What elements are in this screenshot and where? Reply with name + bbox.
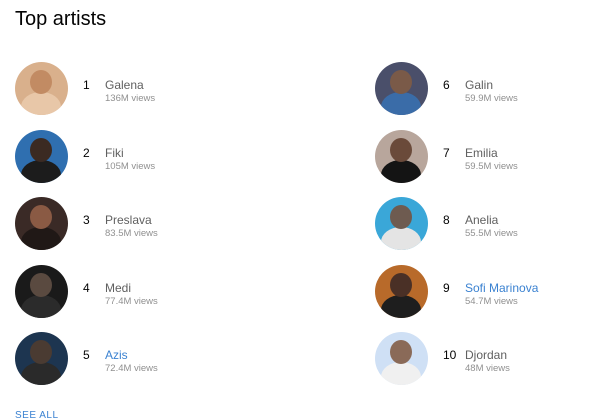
artist-name[interactable]: Fiki: [105, 146, 124, 160]
artist-rank: 6: [443, 78, 450, 92]
artist-name[interactable]: Azis: [105, 348, 128, 362]
artist-row[interactable]: 3 Preslava 83.5M views: [15, 197, 275, 265]
artist-name[interactable]: Preslava: [105, 213, 152, 227]
artist-rank: 10: [443, 348, 457, 362]
artist-views: 72.4M views: [105, 363, 158, 374]
artist-avatar[interactable]: [15, 197, 68, 250]
artists-column-right: 6 Galin 59.9M views 7 Emilia 59.5M views 8 Anel…: [375, 62, 600, 400]
artist-rank: 9: [443, 280, 450, 295]
artist-rank: 7: [443, 145, 450, 160]
artist-name[interactable]: Anelia: [465, 213, 498, 227]
artist-row[interactable]: 9 Sofi Marinova 54.7M views: [375, 264, 600, 333]
artist-name[interactable]: Emilia: [465, 146, 498, 160]
artist-views: 54.7M views: [465, 295, 518, 307]
artist-rank: 2: [83, 145, 90, 160]
artist-views: 48M views: [465, 363, 510, 374]
artist-views: 59.5M views: [465, 160, 518, 172]
artist-views: 105M views: [105, 160, 156, 172]
artist-row[interactable]: 2 Fiki 105M views: [15, 129, 275, 198]
artist-avatar[interactable]: [375, 129, 428, 183]
artist-views: 83.5M views: [105, 228, 158, 239]
artists-column-left: 1 Galena 136M views 2 Fiki 105M views 3 Preslav…: [15, 62, 275, 400]
artist-rank: 8: [443, 213, 450, 227]
artist-name[interactable]: Sofi Marinova: [465, 281, 538, 295]
artist-name[interactable]: Galin: [465, 78, 493, 92]
artist-views: 59.9M views: [465, 93, 518, 104]
artist-avatar[interactable]: [15, 264, 68, 318]
artist-row[interactable]: 10 Djordan 48M views: [375, 332, 600, 400]
artist-avatar[interactable]: [15, 129, 68, 183]
artist-row[interactable]: 5 Azis 72.4M views: [15, 332, 275, 400]
artist-avatar[interactable]: [375, 197, 428, 250]
artist-rank: 4: [83, 280, 90, 295]
artist-avatar[interactable]: [15, 62, 68, 115]
artist-rank: 3: [83, 213, 90, 227]
artist-avatar[interactable]: [375, 264, 428, 318]
artist-avatar[interactable]: [15, 332, 68, 385]
artist-avatar[interactable]: [375, 332, 428, 385]
artist-row[interactable]: 4 Medi 77.4M views: [15, 264, 275, 333]
artist-name[interactable]: Medi: [105, 281, 131, 295]
artist-views: 136M views: [105, 93, 156, 104]
artist-row[interactable]: 1 Galena 136M views: [15, 62, 275, 130]
top-artists-page: Top artists 1 Galena 136M views 2 Fiki 105M v…: [0, 0, 600, 418]
artist-views: 55.5M views: [465, 228, 518, 239]
artist-name[interactable]: Galena: [105, 78, 144, 92]
artist-name[interactable]: Djordan: [465, 348, 507, 362]
artist-rank: 1: [83, 78, 90, 92]
artist-row[interactable]: 6 Galin 59.9M views: [375, 62, 600, 130]
see-all-link[interactable]: SEE ALL: [15, 410, 59, 418]
artist-row[interactable]: 7 Emilia 59.5M views: [375, 129, 600, 198]
page-title: Top artists: [15, 8, 107, 30]
artist-avatar[interactable]: [375, 62, 428, 115]
artist-rank: 5: [83, 348, 90, 362]
artist-row[interactable]: 8 Anelia 55.5M views: [375, 197, 600, 265]
artist-views: 77.4M views: [105, 295, 158, 307]
